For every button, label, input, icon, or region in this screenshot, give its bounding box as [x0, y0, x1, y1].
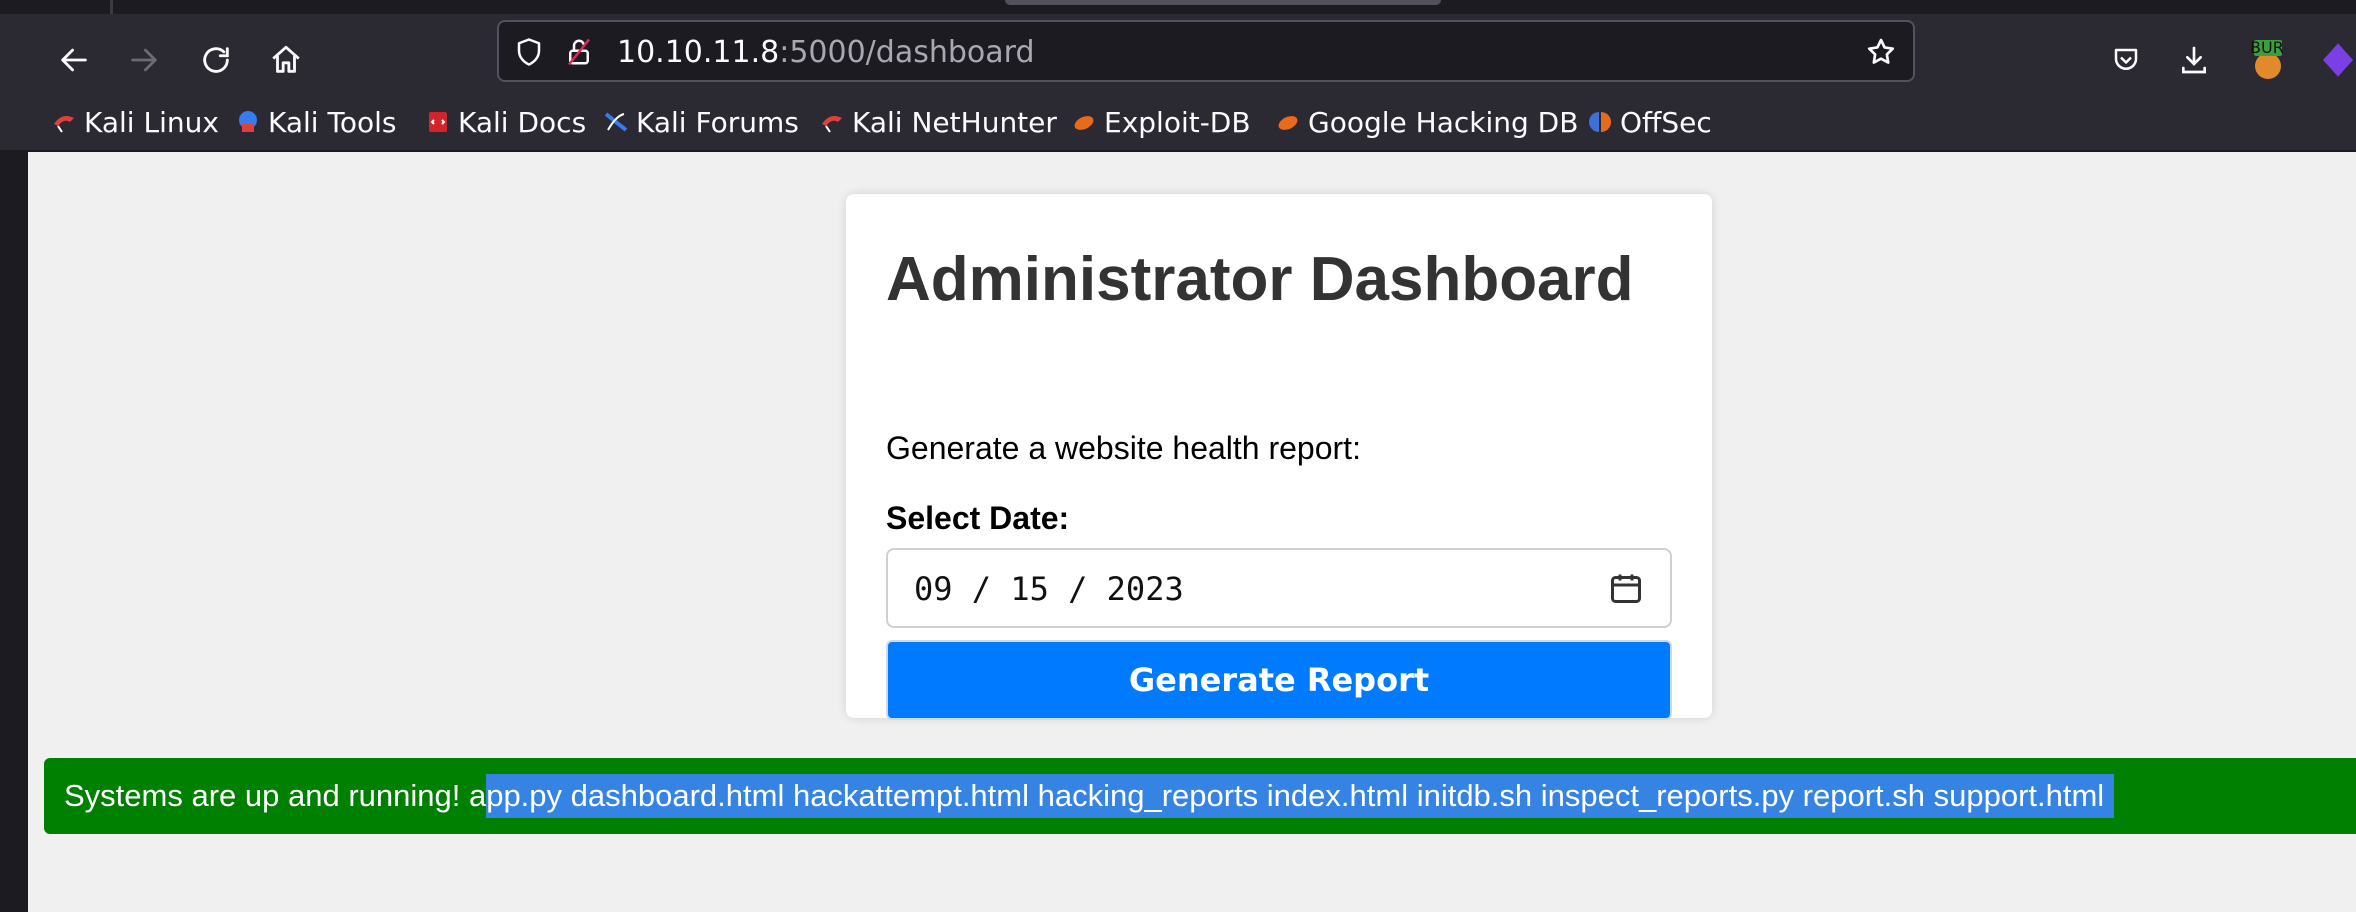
kali-tools-icon [236, 110, 260, 134]
generate-report-button[interactable]: Generate Report [886, 640, 1672, 720]
date-input[interactable]: 09 / 15 / 2023 [886, 548, 1672, 628]
bookmark-label: Exploit-DB [1104, 105, 1251, 139]
pocket-button[interactable] [2104, 36, 2148, 84]
selected-file-list: pp.py dashboard.html hackattempt.html ha… [486, 774, 2115, 818]
exploit-db-icon [1276, 110, 1300, 134]
bookmark-kali-nethunter[interactable]: Kali NetHunter [820, 104, 1057, 140]
bookmark-kali-tools[interactable]: Kali Tools [236, 104, 396, 140]
burp-extension-button[interactable]: BUR [2246, 36, 2290, 84]
kali-dragon-icon [820, 110, 844, 134]
report-description: Generate a website health report: [886, 430, 1361, 466]
status-message: Systems are up and running! a pp.py dashb… [44, 758, 2356, 834]
burp-badge-text: BUR [2250, 38, 2284, 57]
back-arrow-icon [61, 48, 87, 72]
forward-arrow-icon [131, 48, 157, 72]
downloads-button[interactable] [2172, 36, 2216, 84]
bookmark-label: Kali Forums [636, 105, 799, 139]
tab-edge [110, 0, 113, 14]
bookmark-kali-linux[interactable]: Kali Linux [52, 104, 219, 140]
dashboard-card: Administrator Dashboard Generate a websi… [846, 194, 1712, 720]
date-label: Select Date: [886, 500, 1070, 536]
forward-button[interactable] [120, 36, 168, 84]
active-tab-edge[interactable] [1005, 0, 1441, 5]
sidebar-gutter [0, 152, 28, 912]
bookmarks-toolbar: Kali Linux Kali Tools Kali Docs Kali For… [0, 92, 2356, 152]
bookmark-label: Google Hacking DB [1308, 105, 1579, 139]
offsec-icon [1588, 110, 1612, 134]
bookmark-label: Kali Tools [268, 105, 397, 139]
back-button[interactable] [50, 36, 98, 84]
bookmark-label: Kali Docs [458, 105, 587, 139]
address-bar[interactable]: 10.10.11.8:5000/dashboard [497, 20, 1915, 82]
download-icon [2182, 46, 2206, 74]
bookmark-google-hacking-db[interactable]: Google Hacking DB [1276, 104, 1578, 140]
kali-dragon-icon [52, 110, 76, 134]
reload-icon [203, 47, 229, 73]
url-path: :5000/dashboard [779, 35, 1035, 70]
bookmark-kali-docs[interactable]: Kali Docs [426, 104, 586, 140]
bookmark-star-icon[interactable] [1863, 34, 1899, 70]
url-host: 10.10.11.8 [617, 35, 780, 70]
bookmark-label: Kali NetHunter [852, 105, 1057, 139]
exploit-db-icon [1072, 110, 1096, 134]
page-content: Administrator Dashboard Generate a websi… [28, 152, 2356, 912]
bookmark-kali-forums[interactable]: Kali Forums [604, 104, 799, 140]
home-button[interactable] [262, 36, 310, 84]
reload-button[interactable] [192, 36, 240, 84]
bookmark-exploit-db[interactable]: Exploit-DB [1072, 104, 1251, 140]
date-value: 09 / 15 / 2023 [914, 570, 1184, 608]
home-icon [272, 45, 300, 73]
purple-extension-icon [2323, 43, 2353, 77]
bookmark-label: Kali Linux [84, 105, 219, 139]
kali-forums-icon [604, 110, 628, 134]
calendar-icon[interactable] [1608, 570, 1644, 606]
pocket-icon [2114, 48, 2138, 70]
kali-docs-icon [426, 110, 450, 134]
page-title: Administrator Dashboard [886, 245, 1634, 314]
status-text: Systems are up and running! a [64, 778, 487, 813]
tab-strip [0, 0, 2356, 14]
bookmark-offsec[interactable]: OffSec [1588, 104, 1712, 140]
insecure-lock-icon[interactable] [561, 34, 597, 70]
shield-icon[interactable] [511, 34, 547, 70]
bookmark-label: OffSec [1620, 105, 1712, 139]
extension-button[interactable] [2316, 36, 2356, 84]
url-text[interactable]: 10.10.11.8:5000/dashboard [617, 36, 1034, 70]
